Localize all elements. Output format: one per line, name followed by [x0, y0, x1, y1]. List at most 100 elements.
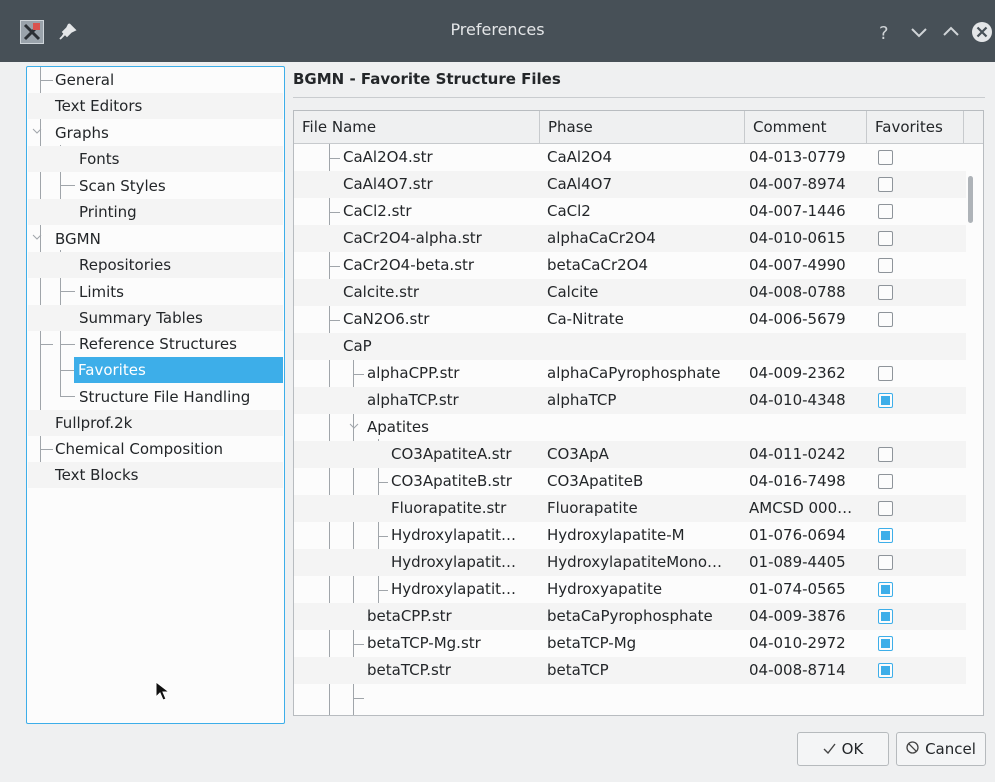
table-row[interactable]: betaCPP.str betaCaPyrophosphate 04-009-387… [294, 603, 966, 630]
table-row-folder-apatites[interactable]: Apatites [294, 414, 966, 441]
favorite-checkbox[interactable] [878, 204, 893, 219]
file-name-cell: alphaTCP.str [367, 391, 459, 409]
favorite-checkbox[interactable] [878, 312, 893, 327]
cancel-button[interactable]: Cancel [896, 732, 986, 766]
sidebar-item-limits[interactable]: Limits [28, 279, 283, 305]
maximize-icon[interactable] [939, 20, 963, 44]
favorite-checkbox[interactable] [878, 636, 893, 651]
file-name-cell: Calcite.str [343, 283, 419, 301]
vertical-scrollbar[interactable] [966, 144, 983, 715]
table-row[interactable]: betaTCP-Mg.str betaTCP-Mg 04-010-2972 [294, 630, 966, 657]
favorite-checkbox[interactable] [878, 285, 893, 300]
help-icon[interactable]: ? [873, 20, 897, 44]
file-name-cell: betaCPP.str [367, 607, 452, 625]
table-row[interactable]: Hydroxylapatit… HydroxylapatiteMono… 01-08… [294, 549, 966, 576]
scrollbar-thumb[interactable] [968, 176, 973, 223]
ok-button[interactable]: OK [797, 732, 889, 766]
sidebar-item-text-editors[interactable]: Text Editors [28, 93, 283, 119]
settings-tree: General Text Editors Graphs Fonts Scan S… [26, 66, 285, 724]
sidebar-item-fonts[interactable]: Fonts [28, 146, 283, 172]
folder-name-cell: Apatites [367, 418, 429, 436]
favorite-checkbox[interactable] [878, 177, 893, 192]
minimize-icon[interactable] [907, 20, 931, 44]
file-name-cell: alphaCPP.str [367, 364, 460, 382]
favorite-checkbox[interactable] [878, 258, 893, 273]
favorite-checkbox[interactable] [878, 231, 893, 246]
favorite-checkbox[interactable] [878, 501, 893, 516]
sidebar-item-printing[interactable]: Printing [28, 199, 283, 225]
sidebar-item-text-blocks[interactable]: Text Blocks [28, 462, 283, 488]
comment-cell: 04-007-8974 [749, 175, 846, 193]
table-row[interactable]: alphaTCP.str alphaTCP 04-010-4348 [294, 387, 966, 414]
file-name-cell: CaAl4O7.str [343, 175, 433, 193]
favorite-checkbox[interactable] [878, 366, 893, 381]
cancel-button-label: Cancel [925, 740, 976, 758]
table-row[interactable]: Hydroxylapatit… Hydroxylapatite-M 01-076-0… [294, 522, 966, 549]
sidebar-item-label: Fonts [79, 150, 120, 168]
phase-cell: alphaCaCr2O4 [547, 229, 656, 247]
folder-name-cell: CaP [343, 337, 372, 355]
table-row[interactable]: CaCr2O4-beta.str betaCaCr2O4 04-007-4990 [294, 252, 966, 279]
sidebar-item-bgmn[interactable]: BGMN [28, 226, 283, 252]
table-row[interactable]: CaCr2O4-alpha.str alphaCaCr2O4 04-010-0615 [294, 225, 966, 252]
sidebar-item-reference-structures[interactable]: Reference Structures [28, 331, 283, 357]
phase-cell: CO3ApA [547, 445, 609, 463]
cancel-icon [906, 733, 919, 765]
phase-cell: HydroxylapatiteMono… [547, 553, 723, 571]
favorite-checkbox[interactable] [878, 555, 893, 570]
favorite-checkbox[interactable] [878, 582, 893, 597]
section-divider [293, 97, 985, 98]
comment-cell: 04-013-0779 [749, 148, 846, 166]
sidebar-item-general[interactable]: General [28, 67, 283, 93]
sidebar-item-fullprof[interactable]: Fullprof.2k [28, 410, 283, 436]
window-title: Preferences [450, 20, 545, 39]
table-row[interactable]: CO3ApatiteA.str CO3ApA 04-011-0242 [294, 441, 966, 468]
column-header-file-name[interactable]: File Name [294, 111, 540, 144]
close-icon[interactable] [970, 20, 994, 44]
table-row[interactable]: Calcite.str Calcite 04-008-0788 [294, 279, 966, 306]
comment-cell: 01-074-0565 [749, 580, 846, 598]
table-row[interactable]: CaN2O6.str Ca-Nitrate 04-006-5679 [294, 306, 966, 333]
table-row[interactable]: CaAl2O4.str CaAl2O4 04-013-0779 [294, 144, 966, 171]
sidebar-item-graphs[interactable]: Graphs [28, 120, 283, 146]
phase-cell: betaCaCr2O4 [547, 256, 649, 274]
favorite-checkbox[interactable] [878, 609, 893, 624]
sidebar-item-summary-tables[interactable]: Summary Tables [28, 305, 283, 331]
favorite-checkbox[interactable] [878, 663, 893, 678]
sidebar-item-repositories[interactable]: Repositories [28, 252, 283, 278]
file-name-cell: CaN2O6.str [343, 310, 430, 328]
sidebar-item-favorites[interactable]: Favorites [74, 357, 283, 383]
table-row[interactable]: CO3ApatiteB.str CO3ApatiteB 04-016-7498 [294, 468, 966, 495]
sidebar-item-chemical-composition[interactable]: Chemical Composition [28, 436, 283, 462]
favorite-checkbox[interactable] [878, 474, 893, 489]
table-header: File Name Phase Comment Favorites [294, 111, 983, 144]
column-header-comment[interactable]: Comment [745, 111, 867, 144]
sidebar-item-label: Scan Styles [79, 177, 166, 195]
table-row[interactable]: Hydroxylapatit… Hydroxyapatite 01-074-0565 [294, 576, 966, 603]
table-row-folder-cap[interactable]: CaP [294, 333, 966, 360]
table-row[interactable]: betaTCP.str betaTCP 04-008-8714 [294, 657, 966, 684]
file-name-cell: betaTCP-Mg.str [367, 634, 481, 652]
favorite-checkbox[interactable] [878, 528, 893, 543]
table-row[interactable]: Fluorapatite.str Fluorapatite AMCSD 000… [294, 495, 966, 522]
mouse-cursor-icon [155, 681, 171, 701]
favorite-checkbox[interactable] [878, 447, 893, 462]
column-header-phase[interactable]: Phase [540, 111, 745, 144]
page-title: BGMN - Favorite Structure Files [293, 70, 561, 88]
table-row[interactable]: alphaCPP.str alphaCaPyrophosphate 04-009-2… [294, 360, 966, 387]
comment-cell: 04-010-2972 [749, 634, 846, 652]
comment-cell: 04-016-7498 [749, 472, 846, 490]
column-header-favorites[interactable]: Favorites [867, 111, 964, 144]
table-row[interactable]: CaCl2.str CaCl2 04-007-1446 [294, 198, 966, 225]
sidebar-item-label: Graphs [55, 124, 109, 142]
phase-cell: alphaTCP [547, 391, 617, 409]
sidebar-item-scan-styles[interactable]: Scan Styles [28, 173, 283, 199]
comment-cell: 01-089-4405 [749, 553, 846, 571]
table-row[interactable]: CaAl4O7.str CaAl4O7 04-007-8974 [294, 171, 966, 198]
sidebar-item-structure-file-handling[interactable]: Structure File Handling [28, 384, 283, 410]
favorite-checkbox[interactable] [878, 393, 893, 408]
favorite-checkbox[interactable] [878, 150, 893, 165]
comment-cell: 04-008-8714 [749, 661, 846, 679]
file-name-cell: Hydroxylapatit… [391, 580, 516, 598]
phase-cell: alphaCaPyrophosphate [547, 364, 721, 382]
